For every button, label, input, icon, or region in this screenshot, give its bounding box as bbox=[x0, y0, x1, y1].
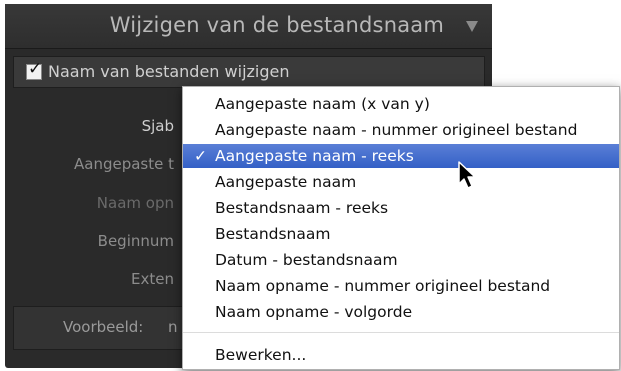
field-label-aangepaste-tekst: Aangepaste t bbox=[74, 155, 174, 173]
menu-item-filename[interactable]: Bestandsnaam bbox=[183, 222, 619, 246]
menu-item-edit[interactable]: Bewerken... bbox=[183, 343, 619, 367]
preview-value: n bbox=[168, 318, 178, 336]
menu-item-custom-name-original-number[interactable]: Aangepaste naam - nummer origineel besta… bbox=[183, 118, 619, 142]
menu-item-filename-sequence[interactable]: Bestandsnaam - reeks bbox=[183, 196, 619, 220]
menu-item-shoot-name-original-number[interactable]: Naam opname - nummer origineel bestand bbox=[183, 274, 619, 298]
menu-item-label: Datum - bestandsnaam bbox=[215, 251, 398, 269]
menu-item-label: Aangepaste naam (x van y) bbox=[215, 95, 430, 113]
menu-item-custom-name[interactable]: Aangepaste naam bbox=[183, 170, 619, 194]
rename-checkbox[interactable]: ✓ bbox=[26, 59, 42, 80]
menu-item-label: Naam opname - nummer origineel bestand bbox=[215, 277, 551, 295]
menu-item-date-filename[interactable]: Datum - bestandsnaam bbox=[183, 248, 619, 272]
menu-separator bbox=[183, 332, 619, 333]
menu-item-shoot-name-sequence[interactable]: Naam opname - volgorde bbox=[183, 300, 619, 324]
field-label-beginnummer: Beginnum bbox=[97, 232, 174, 250]
preview-label: Voorbeeld: bbox=[63, 318, 144, 336]
checkmark-icon: ✓ bbox=[28, 59, 43, 79]
menu-item-label: Bewerken... bbox=[215, 346, 307, 364]
panel-title: Wijzigen van de bestandsnaam bbox=[109, 13, 444, 37]
menu-item-label: Aangepaste naam - reeks bbox=[215, 147, 414, 165]
field-label-naam-opname: Naam opn bbox=[96, 194, 174, 212]
menu-item-label: Aangepaste naam bbox=[215, 173, 357, 191]
field-label-sjabloon: Sjab bbox=[141, 117, 174, 135]
menu-item-custom-name-x-of-y[interactable]: Aangepaste naam (x van y) bbox=[183, 92, 619, 116]
mouse-pointer-icon bbox=[458, 161, 476, 189]
field-label-extensies: Exten bbox=[131, 270, 174, 288]
rename-checkbox-label: Naam van bestanden wijzigen bbox=[48, 62, 290, 81]
checkmark-icon: ✓ bbox=[194, 147, 207, 165]
triangle-down-icon[interactable] bbox=[466, 21, 478, 32]
panel-header[interactable]: Wijzigen van de bestandsnaam bbox=[5, 4, 492, 49]
menu-item-label: Naam opname - volgorde bbox=[215, 303, 413, 321]
menu-item-custom-name-sequence[interactable]: ✓ Aangepaste naam - reeks bbox=[183, 144, 619, 168]
menu-item-label: Bestandsnaam bbox=[215, 225, 331, 243]
menu-item-label: Bestandsnaam - reeks bbox=[215, 199, 389, 217]
template-dropdown-menu: Aangepaste naam (x van y) Aangepaste naa… bbox=[182, 86, 620, 370]
menu-item-label: Aangepaste naam - nummer origineel besta… bbox=[215, 121, 578, 139]
